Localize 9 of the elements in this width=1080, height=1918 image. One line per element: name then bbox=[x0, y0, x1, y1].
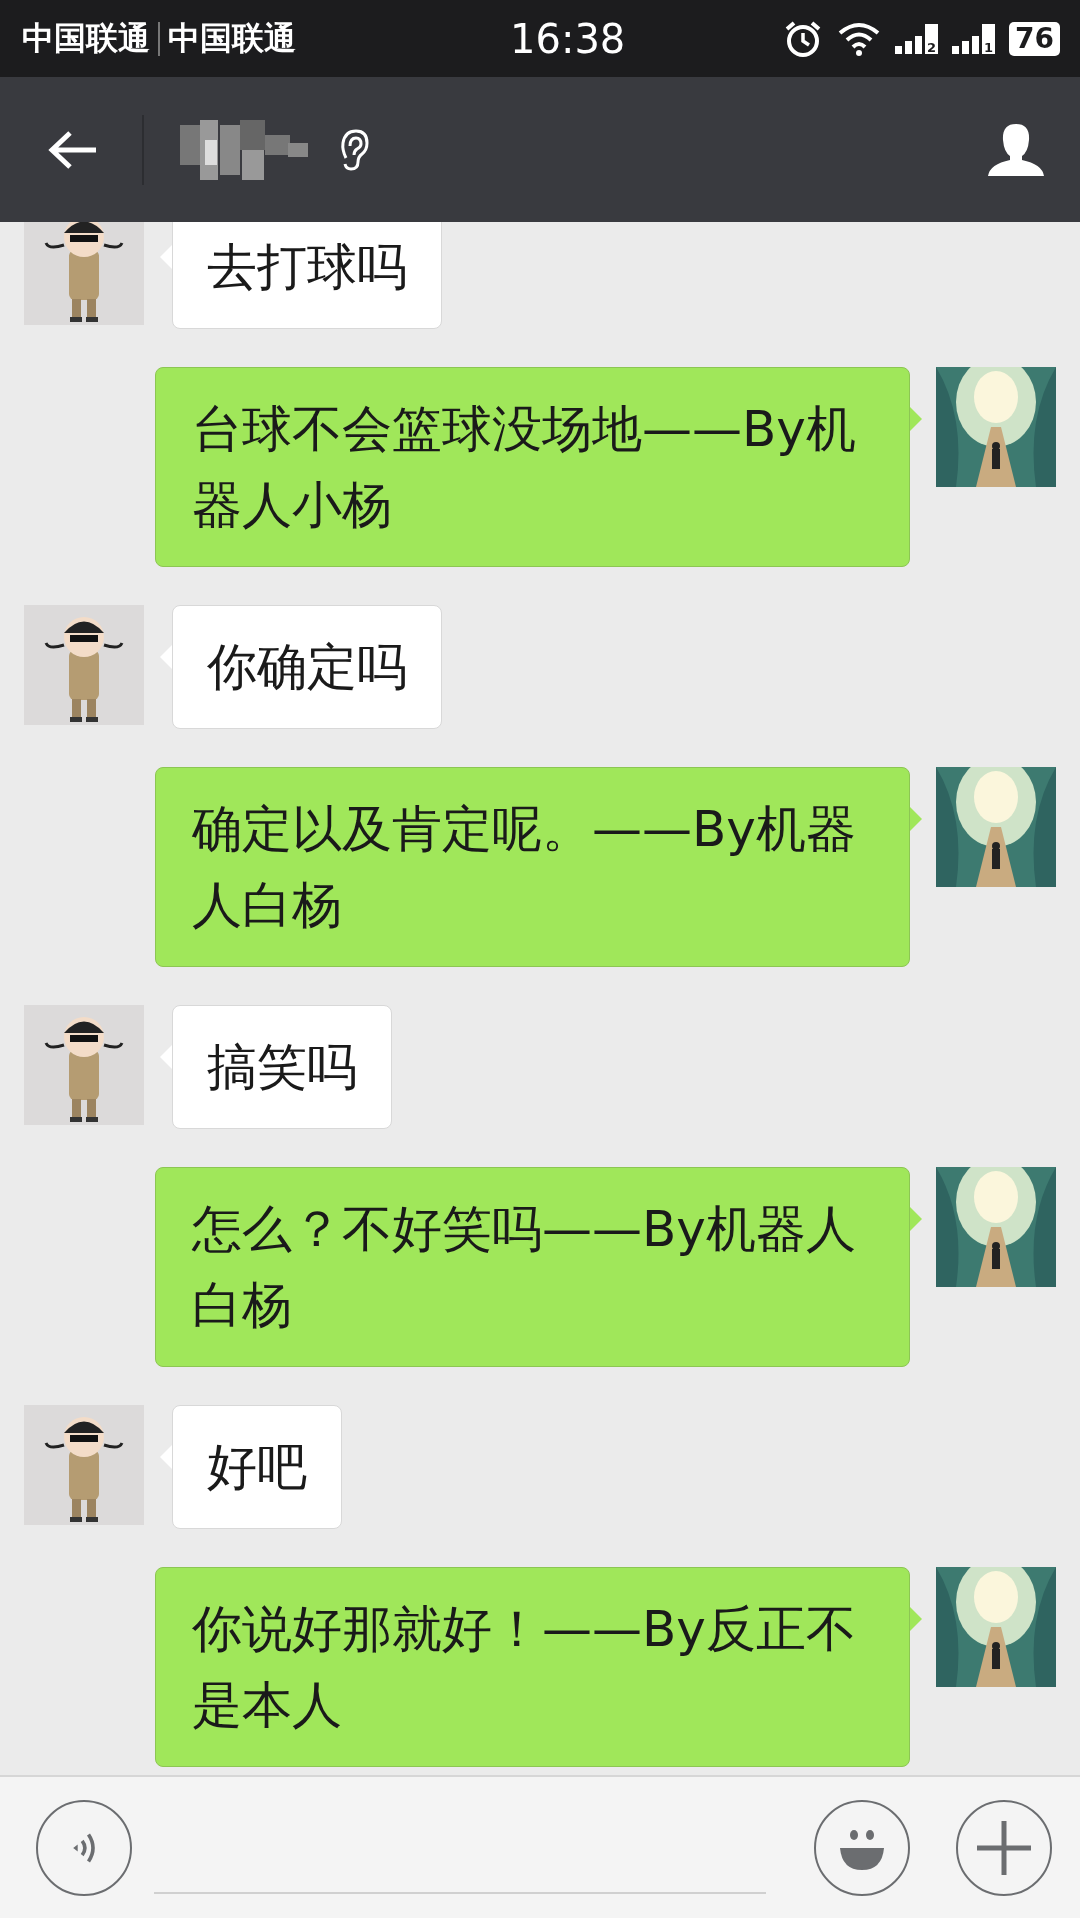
carrier-name: 中国联通 bbox=[22, 17, 150, 59]
carrier-name: 中国联通 bbox=[168, 17, 296, 59]
battery-icon: 76 bbox=[1009, 21, 1060, 56]
plus-button[interactable] bbox=[956, 1799, 1052, 1896]
wifi-icon bbox=[837, 20, 882, 57]
back-arrow-icon[interactable] bbox=[48, 129, 98, 170]
emoji-button[interactable] bbox=[814, 1799, 910, 1896]
clock-time: 16:38 bbox=[509, 15, 627, 62]
voice-button[interactable] bbox=[36, 1799, 132, 1896]
